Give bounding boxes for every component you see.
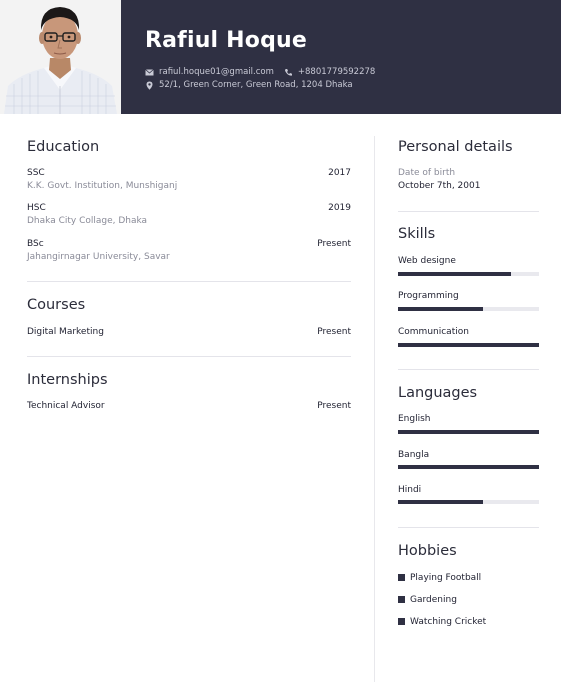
bullet-square-icon bbox=[398, 574, 405, 581]
internship-date: Present bbox=[317, 401, 351, 411]
course-date: Present bbox=[317, 327, 351, 337]
skills-heading: Skills bbox=[398, 226, 436, 242]
language-bar bbox=[398, 500, 539, 504]
section-divider bbox=[27, 356, 351, 357]
language-bar-fill bbox=[398, 430, 539, 434]
dob-label: Date of birth bbox=[398, 168, 456, 178]
language-bar-fill bbox=[398, 500, 483, 504]
language-name: Hindi bbox=[398, 485, 422, 495]
hobby-item: Watching Cricket bbox=[410, 617, 487, 627]
language-bar bbox=[398, 465, 539, 469]
profile-photo bbox=[0, 0, 121, 114]
section-divider bbox=[27, 281, 351, 282]
personal-details-heading: Personal details bbox=[398, 139, 513, 155]
education-degree: HSC bbox=[27, 203, 46, 213]
course-name: Digital Marketing bbox=[27, 327, 104, 337]
contact-row-2: 52/1, Green Corner, Green Road, 1204 Dha… bbox=[145, 80, 353, 90]
email-text[interactable]: rafiul.hoque01@gmail.com bbox=[159, 67, 274, 77]
language-name: Bangla bbox=[398, 450, 430, 460]
column-divider bbox=[374, 136, 375, 682]
skill-bar-fill bbox=[398, 307, 483, 311]
skill-bar bbox=[398, 272, 539, 276]
location-pin-icon bbox=[145, 81, 154, 90]
skill-bar-fill bbox=[398, 343, 539, 347]
hobby-item: Playing Football bbox=[410, 573, 482, 583]
hobby-item: Gardening bbox=[410, 595, 457, 605]
contact-row-1: rafiul.hoque01@gmail.com +8801779592278 bbox=[145, 67, 375, 77]
section-divider bbox=[398, 527, 539, 528]
candidate-name: Rafiul Hoque bbox=[145, 28, 308, 53]
address-text: 52/1, Green Corner, Green Road, 1204 Dha… bbox=[159, 80, 353, 90]
language-name: English bbox=[398, 414, 431, 424]
header-banner: Rafiul Hoque rafiul.hoque01@gmail.com +8… bbox=[0, 0, 561, 114]
envelope-icon bbox=[145, 68, 154, 77]
education-degree: BSc bbox=[27, 239, 44, 249]
education-institution: Dhaka City Collage, Dhaka bbox=[27, 216, 148, 226]
education-institution: Jahangirnagar University, Savar bbox=[27, 252, 170, 262]
education-date: Present bbox=[317, 239, 351, 249]
bullet-square-icon bbox=[398, 618, 405, 625]
skill-name: Programming bbox=[398, 291, 459, 301]
language-bar-fill bbox=[398, 465, 539, 469]
education-heading: Education bbox=[27, 139, 100, 155]
language-bar bbox=[398, 430, 539, 434]
phone-icon bbox=[284, 68, 293, 77]
dob-value: October 7th, 2001 bbox=[398, 181, 481, 191]
languages-heading: Languages bbox=[398, 385, 478, 401]
education-date: 2019 bbox=[328, 203, 351, 213]
skill-bar-fill bbox=[398, 272, 511, 276]
bullet-square-icon bbox=[398, 596, 405, 603]
skill-name: Communication bbox=[398, 327, 469, 337]
internships-heading: Internships bbox=[27, 372, 108, 388]
skill-name: Web designe bbox=[398, 256, 456, 266]
hobbies-heading: Hobbies bbox=[398, 543, 457, 559]
education-date: 2017 bbox=[328, 168, 351, 178]
section-divider bbox=[398, 369, 539, 370]
section-divider bbox=[398, 211, 539, 212]
phone-text[interactable]: +8801779592278 bbox=[298, 67, 375, 77]
education-degree: SSC bbox=[27, 168, 45, 178]
skill-bar bbox=[398, 343, 539, 347]
courses-heading: Courses bbox=[27, 297, 86, 313]
education-institution: K.K. Govt. Institution, Munshiganj bbox=[27, 181, 178, 191]
skill-bar bbox=[398, 307, 539, 311]
internship-name: Technical Advisor bbox=[27, 401, 105, 411]
